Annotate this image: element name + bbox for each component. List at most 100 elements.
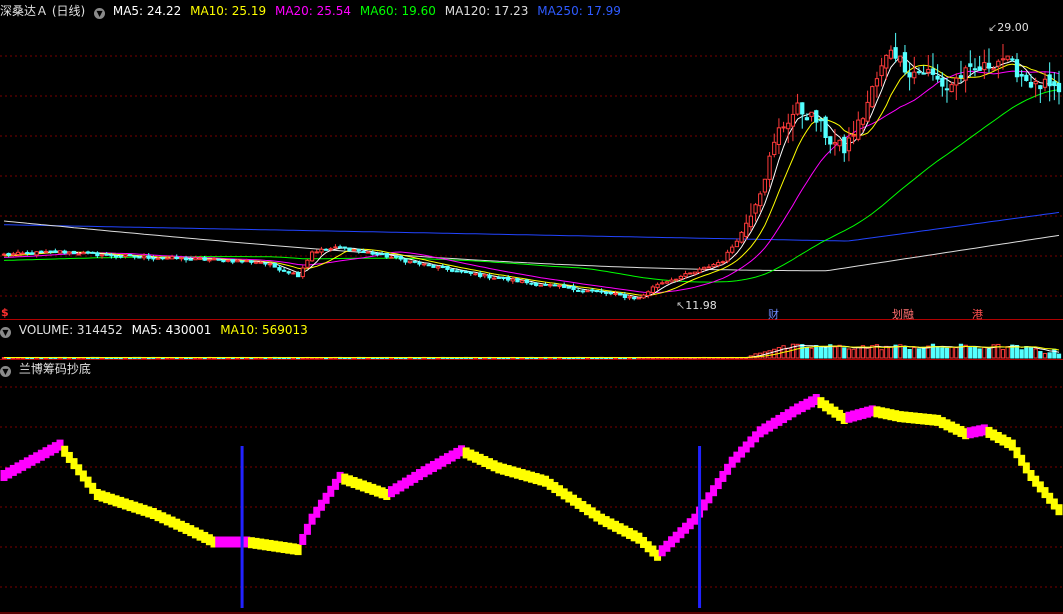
volume-bar (963, 344, 968, 359)
marker-left[interactable]: $ (1, 306, 9, 319)
candle-body (809, 111, 814, 117)
candle-body (1000, 58, 1006, 61)
candle-body (132, 255, 137, 258)
candle-body (865, 101, 870, 122)
volume-ma10-label: MA10: 569013 (220, 323, 308, 337)
candle-body (141, 255, 147, 259)
low-price-label: ↖11.98 (676, 299, 717, 312)
volume-ma5-label: MA5: 430001 (131, 323, 212, 337)
candle-body (183, 257, 189, 261)
volume-bar (772, 348, 777, 359)
candle-body (342, 246, 347, 249)
candle-body (524, 279, 529, 284)
candle-body (62, 250, 67, 254)
candle-body (221, 259, 226, 263)
candle-body (912, 71, 917, 79)
candle-body (977, 66, 982, 71)
volume-bar (921, 346, 926, 359)
volume-bar (954, 347, 959, 359)
candle-body (767, 155, 772, 180)
candle-body (837, 139, 842, 147)
indicator-bar (294, 544, 302, 556)
volume-label: VOLUME: 314452 (18, 323, 123, 337)
candle-body (664, 281, 670, 284)
collapse-icon[interactable]: ▼ (0, 366, 11, 377)
marker-hk[interactable]: 港 (972, 306, 983, 322)
marker-finance[interactable]: 财 (768, 306, 779, 322)
candle-body (239, 260, 245, 263)
candle-body (468, 271, 473, 274)
candle-body (57, 250, 63, 254)
candle-body (211, 258, 217, 261)
candle-body (305, 259, 310, 268)
candle-body (884, 54, 889, 69)
candle-body (272, 262, 277, 268)
volume-bar (786, 347, 791, 359)
candle-body (25, 252, 30, 255)
candle-body (725, 251, 730, 262)
candle-body (67, 251, 72, 255)
candle-body (879, 65, 884, 77)
candle-body (281, 269, 287, 272)
indicator-bar (303, 523, 311, 535)
candle-body (604, 291, 609, 294)
candle-body (641, 294, 646, 299)
candle-body (417, 261, 422, 265)
candle-body (496, 276, 501, 279)
candle-body (309, 251, 315, 262)
candle-body (851, 134, 856, 137)
candle-body (996, 60, 1001, 67)
volume-bar (916, 348, 922, 359)
candle-body (454, 270, 459, 273)
candle-body (529, 282, 534, 285)
indicator-bar (299, 533, 307, 545)
candle-body (842, 136, 847, 154)
candle-body (389, 256, 394, 259)
high-price-value: 29.00 (997, 21, 1029, 34)
candle-body (921, 72, 926, 75)
candle-body (627, 296, 632, 299)
ma250-line (3, 211, 1060, 242)
candle-body (716, 262, 721, 266)
ma60-label: MA60: 19.60 (359, 4, 436, 18)
candle-body (954, 77, 959, 86)
candle-body (1014, 59, 1020, 78)
candle-body (1056, 82, 1062, 93)
candle-body (216, 258, 221, 261)
candle-body (230, 259, 235, 263)
candle-body (160, 257, 165, 260)
candle-body (702, 266, 707, 270)
candle-body (127, 254, 133, 257)
volume-bar (809, 347, 814, 359)
volume-bar (842, 347, 847, 359)
volume-bar (846, 348, 852, 359)
stock-title: 深桑达Ａ (日线) (0, 4, 86, 18)
candle-body (109, 254, 114, 257)
volume-bar (879, 349, 884, 359)
candle-body (155, 257, 161, 260)
candle-body (506, 276, 511, 281)
candle-body (711, 263, 716, 268)
candle-body (286, 271, 291, 274)
chart-root: 深桑达Ａ (日线) ▼ MA5: 24.22 MA10: 25.19 MA20:… (0, 0, 1063, 614)
candle-body (1010, 58, 1015, 61)
ma20-label: MA20: 25.54 (274, 4, 352, 18)
volume-bar (1024, 346, 1029, 359)
candle-body (720, 261, 726, 264)
candle-body (113, 255, 119, 258)
collapse-icon[interactable]: ▼ (94, 8, 106, 19)
volume-bar (800, 344, 805, 359)
candle-body (197, 257, 203, 260)
candle-body (384, 252, 389, 258)
volume-bar (940, 347, 945, 359)
volume-bar (884, 345, 889, 359)
volume-bar (1052, 348, 1057, 359)
marker-margin[interactable]: 划融 (892, 306, 914, 322)
candle-body (464, 271, 469, 274)
candle-body (1, 253, 7, 256)
ma120-line (3, 220, 1060, 272)
candle-body (393, 255, 399, 258)
ma60-line (3, 89, 1060, 283)
collapse-icon[interactable]: ▼ (0, 327, 11, 338)
candle-body (590, 289, 595, 292)
